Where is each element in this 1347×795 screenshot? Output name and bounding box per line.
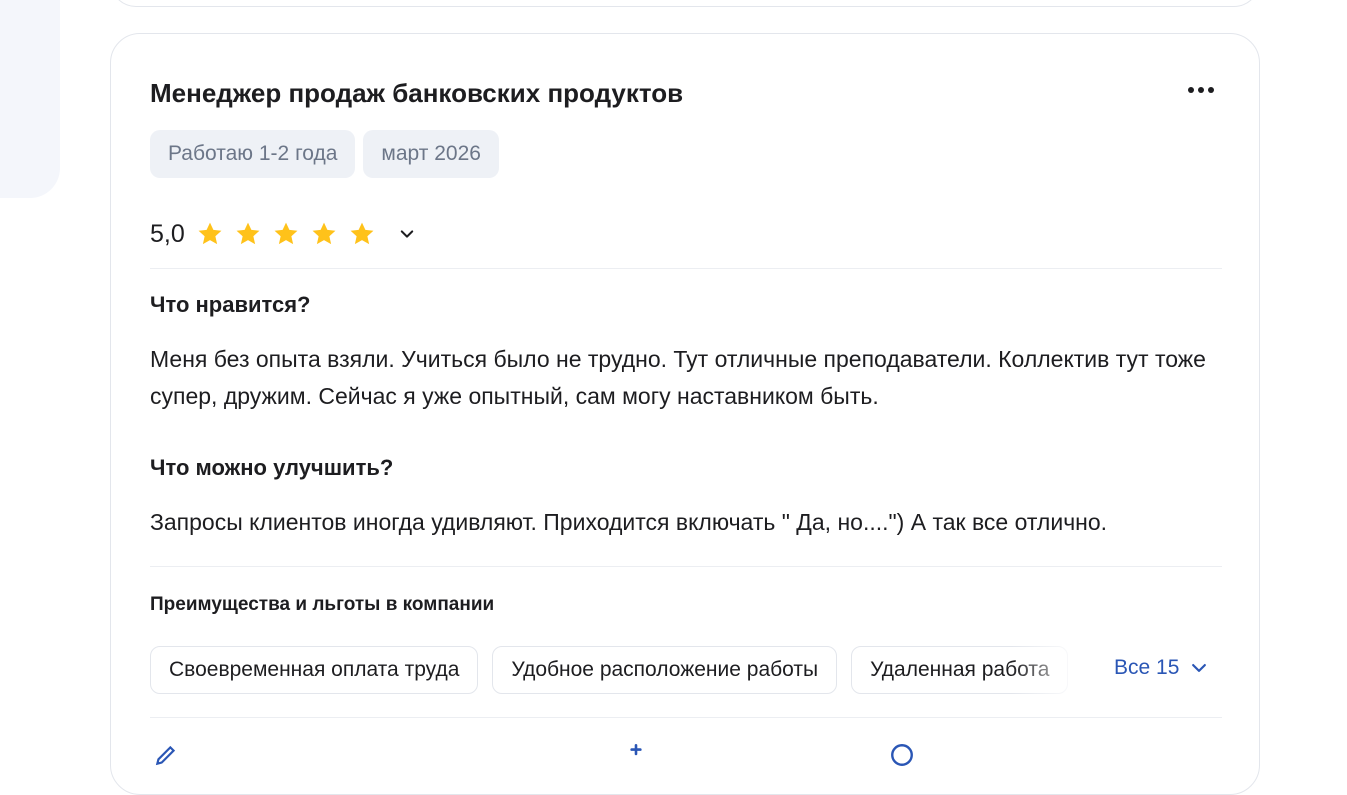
more-options-button[interactable] <box>1183 76 1219 104</box>
likes-heading: Что нравится? <box>150 292 311 317</box>
benefit-chip[interactable]: Удаленная работа <box>851 646 1069 694</box>
like-icon[interactable] <box>623 742 649 768</box>
rating-details-toggle[interactable] <box>395 222 419 246</box>
previous-review-card <box>110 0 1260 7</box>
likes-text: Меня без опыта взяли. Учиться было не тр… <box>150 346 1206 409</box>
divider <box>150 717 1222 718</box>
benefit-chip[interactable]: Удобное расположение работы <box>492 646 838 694</box>
comment-icon[interactable] <box>889 742 915 768</box>
rating-value: 5,0 <box>150 219 185 248</box>
improve-text: Запросы клиентов иногда удивляют. Приход… <box>150 509 1108 535</box>
star-icon <box>347 219 377 249</box>
benefit-chip[interactable]: Своевременная оплата труда <box>150 646 479 694</box>
star-icon <box>271 219 301 249</box>
rating-stars <box>195 219 377 249</box>
review-card: Менеджер продаж банковских продуктов Раб… <box>110 33 1260 795</box>
review-tags: Работаю 1-2 года март 2026 <box>150 130 499 178</box>
benefits-heading: Преимущества и льготы в компании <box>150 594 495 615</box>
all-benefits-label: Все 15 <box>1114 656 1180 679</box>
star-icon <box>233 219 263 249</box>
divider <box>150 566 1222 567</box>
more-horizontal-icon <box>1188 87 1214 93</box>
sidebar-fragment: 39 13 97 88 <box>0 0 60 198</box>
chevron-down-icon <box>400 230 413 238</box>
improve-heading: Что можно улучшить? <box>150 455 394 480</box>
divider <box>150 268 1222 269</box>
star-icon <box>195 219 225 249</box>
chevron-down-icon <box>1192 664 1207 672</box>
all-benefits-button[interactable]: Все 15 <box>1114 656 1209 680</box>
work-duration-tag: Работаю 1-2 года <box>150 130 356 178</box>
edit-icon[interactable] <box>153 742 179 768</box>
benefits-list: Своевременная оплата труда Удобное распо… <box>150 646 1070 696</box>
review-actions <box>111 742 1259 782</box>
review-date-tag: март 2026 <box>363 130 499 178</box>
star-icon <box>309 219 339 249</box>
review-title: Менеджер продаж банковских продуктов <box>150 78 684 108</box>
rating-row: 5,0 <box>150 214 419 254</box>
